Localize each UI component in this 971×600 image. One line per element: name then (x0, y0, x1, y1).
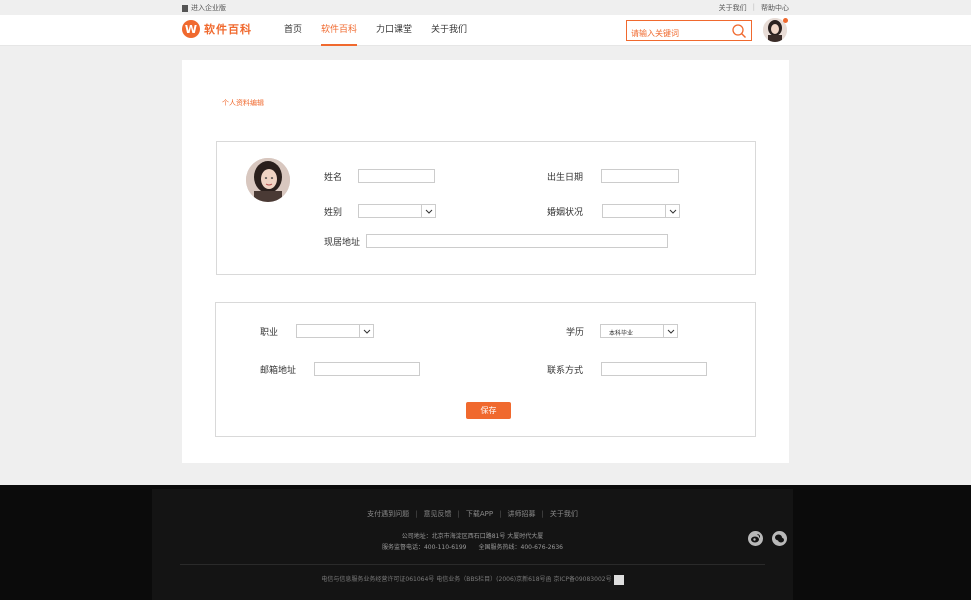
nav-item-home[interactable]: 首页 (284, 15, 302, 46)
footer-link-feedback[interactable]: 意见反馈 (424, 510, 452, 518)
marital-status-select[interactable] (602, 204, 680, 218)
top-about-link[interactable]: 关于我们 (719, 3, 747, 13)
name-field[interactable] (358, 169, 435, 183)
enterprise-link[interactable]: 进入企业版 (182, 3, 226, 13)
footer-link-recruit[interactable]: 讲师招募 (507, 510, 535, 518)
marital-status-label: 婚姻状况 (547, 208, 584, 218)
chevron-down-icon (665, 205, 679, 217)
education-select[interactable]: 本科毕业 (600, 324, 678, 338)
nav-item-classroom[interactable]: 力口课堂 (376, 15, 412, 46)
footer-phones: 服务监督电话：400-110-6199 全国服务热线：400-676-2636 (152, 542, 793, 551)
footer-address: 公司地址：北京市海淀区西石口路81号 大厦时代大厦 (401, 533, 544, 540)
email-label: 邮箱地址 (260, 366, 297, 376)
address-label: 现居地址 (324, 238, 361, 248)
search-icon[interactable] (731, 23, 747, 39)
footer-link-divider: | (415, 510, 418, 518)
search-box (626, 20, 752, 43)
footer-link-divider: | (457, 510, 460, 518)
main-nav: 首页 软件百科 力口课堂 关于我们 (284, 15, 467, 46)
enterprise-link-label: 进入企业版 (191, 4, 226, 12)
license-badge-icon[interactable] (613, 574, 624, 585)
contact-label: 联系方式 (547, 366, 584, 376)
notification-dot (783, 18, 788, 23)
job-label: 职业 (260, 328, 279, 338)
logo-text: 软件百科 (204, 23, 252, 36)
footer-link-about[interactable]: 关于我们 (550, 510, 578, 518)
gender-label: 姓别 (324, 208, 343, 218)
address-field[interactable] (366, 234, 668, 248)
name-label: 姓名 (324, 173, 343, 183)
career-info-panel: 职业 学历 本科毕业 邮箱地址 联系方式 保存 (215, 302, 756, 437)
footer-link-app[interactable]: 下载APP (466, 510, 493, 518)
footer-links: 支付遇到问题 | 意见反馈 | 下载APP | 讲师招募 | 关于我们 (152, 509, 793, 519)
footer-divider (180, 564, 765, 565)
job-select[interactable] (296, 324, 374, 338)
profile-avatar[interactable] (246, 158, 290, 202)
nav-item-about[interactable]: 关于我们 (431, 15, 467, 46)
service-hotline: 全国服务热线：400-676-2636 (478, 544, 564, 551)
gender-select[interactable] (358, 204, 436, 218)
chevron-down-icon (359, 325, 373, 337)
chevron-down-icon (663, 325, 677, 337)
birth-date-field[interactable] (601, 169, 679, 183)
site-footer: 支付遇到问题 | 意见反馈 | 下载APP | 讲师招募 | 关于我们 公司地址：北京市海淀区西… (152, 489, 793, 600)
search-input[interactable] (627, 24, 727, 43)
site-logo[interactable]: W 软件百科 (182, 20, 252, 38)
weibo-icon[interactable] (748, 531, 763, 546)
site-header: W 软件百科 首页 软件百科 力口课堂 关于我们 (0, 15, 971, 46)
email-field[interactable] (314, 362, 420, 376)
top-links-divider: | (752, 3, 755, 11)
logo-mark: W (182, 20, 200, 38)
nav-item-software-wiki[interactable]: 软件百科 (321, 15, 358, 46)
save-button[interactable]: 保存 (466, 402, 511, 419)
personal-info-panel: 姓名 出生日期 姓别 婚姻状况 现居地址 (216, 141, 756, 275)
license-text: 电信与信息服务业务经营许可证061064号 电信业务（BBS栏目）(2006)京… (321, 576, 612, 583)
help-center-link[interactable]: 帮助中心 (761, 3, 789, 13)
contact-field[interactable] (601, 362, 707, 376)
footer-link-payment[interactable]: 支付遇到问题 (367, 510, 409, 518)
education-label: 学历 (566, 328, 585, 338)
top-utility-bar: 进入企业版 关于我们 | 帮助中心 (0, 0, 971, 15)
top-links: 关于我们 | 帮助中心 (719, 3, 789, 13)
service-phone: 服务监督电话：400-110-6199 (381, 544, 467, 551)
chevron-down-icon (421, 205, 435, 217)
breadcrumb: 个人资料编辑 (222, 99, 264, 107)
profile-edit-card: 个人资料编辑 姓名 出生日期 姓别 婚姻状况 现居地址 职业 学历 本科毕业 邮… (182, 60, 789, 463)
education-value: 本科毕业 (609, 330, 634, 337)
building-icon (182, 4, 188, 12)
footer-link-divider: | (541, 510, 544, 518)
footer-link-divider: | (499, 510, 502, 518)
birth-date-label: 出生日期 (547, 173, 584, 183)
wechat-icon[interactable] (772, 531, 787, 546)
footer-license: 电信与信息服务业务经营许可证061064号 电信业务（BBS栏目）(2006)京… (152, 574, 793, 585)
